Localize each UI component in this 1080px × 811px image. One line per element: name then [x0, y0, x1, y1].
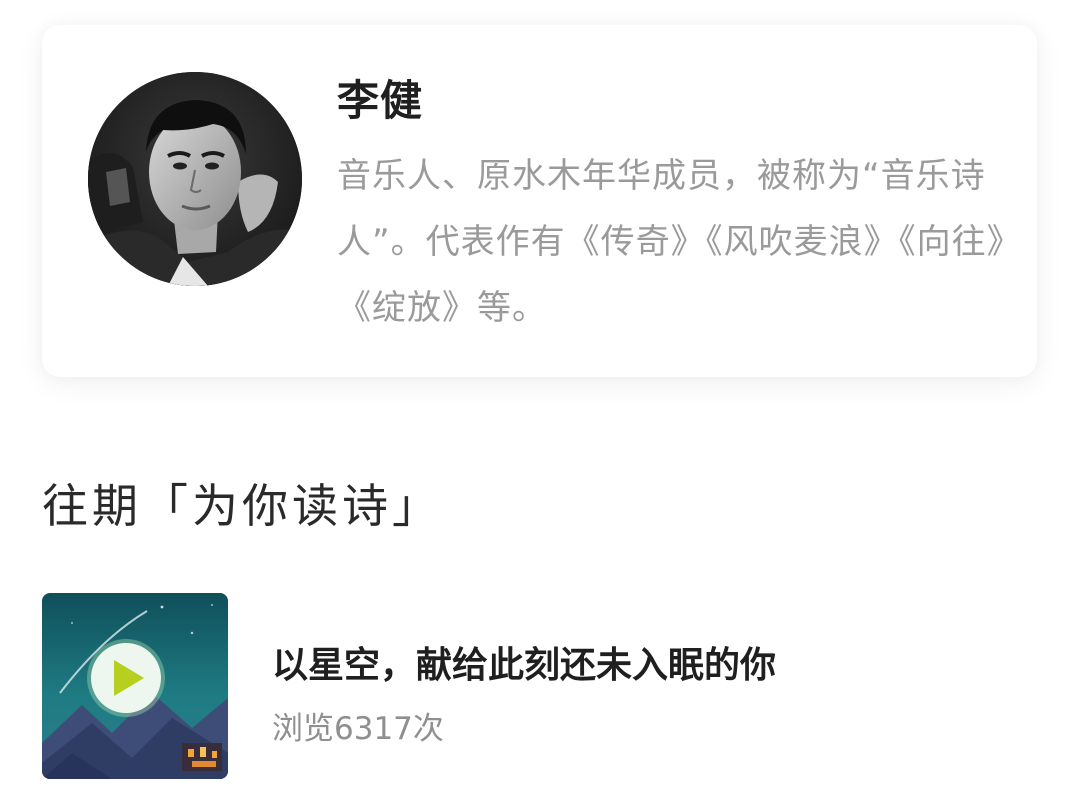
page: 李健 音乐人、原水木年华成员，被称为“音乐诗人”。代表作有《传奇》《风吹麦浪》《…: [0, 0, 1080, 811]
episode-title[interactable]: 以星空，献给此刻还未入眠的你: [272, 636, 776, 688]
avatar-portrait-image: [88, 72, 302, 286]
profile-name: 李健: [337, 76, 424, 125]
profile-bio: 音乐人、原水木年华成员，被称为“音乐诗人”。代表作有《传奇》《风吹麦浪》《向往》…: [337, 156, 1005, 328]
section-title: 往期「为你读诗」: [42, 479, 442, 533]
play-icon[interactable]: [91, 643, 161, 713]
episode-item[interactable]: 以星空，献给此刻还未入眠的你 浏览6317次: [42, 593, 1037, 781]
episode-view-count: 浏览6317次: [272, 711, 444, 747]
starry-mountain-night-thumbnail[interactable]: [42, 593, 228, 779]
profile-card: 李健 音乐人、原水木年华成员，被称为“音乐诗人”。代表作有《传奇》《风吹麦浪》《…: [42, 25, 1037, 377]
avatar: [88, 72, 302, 286]
